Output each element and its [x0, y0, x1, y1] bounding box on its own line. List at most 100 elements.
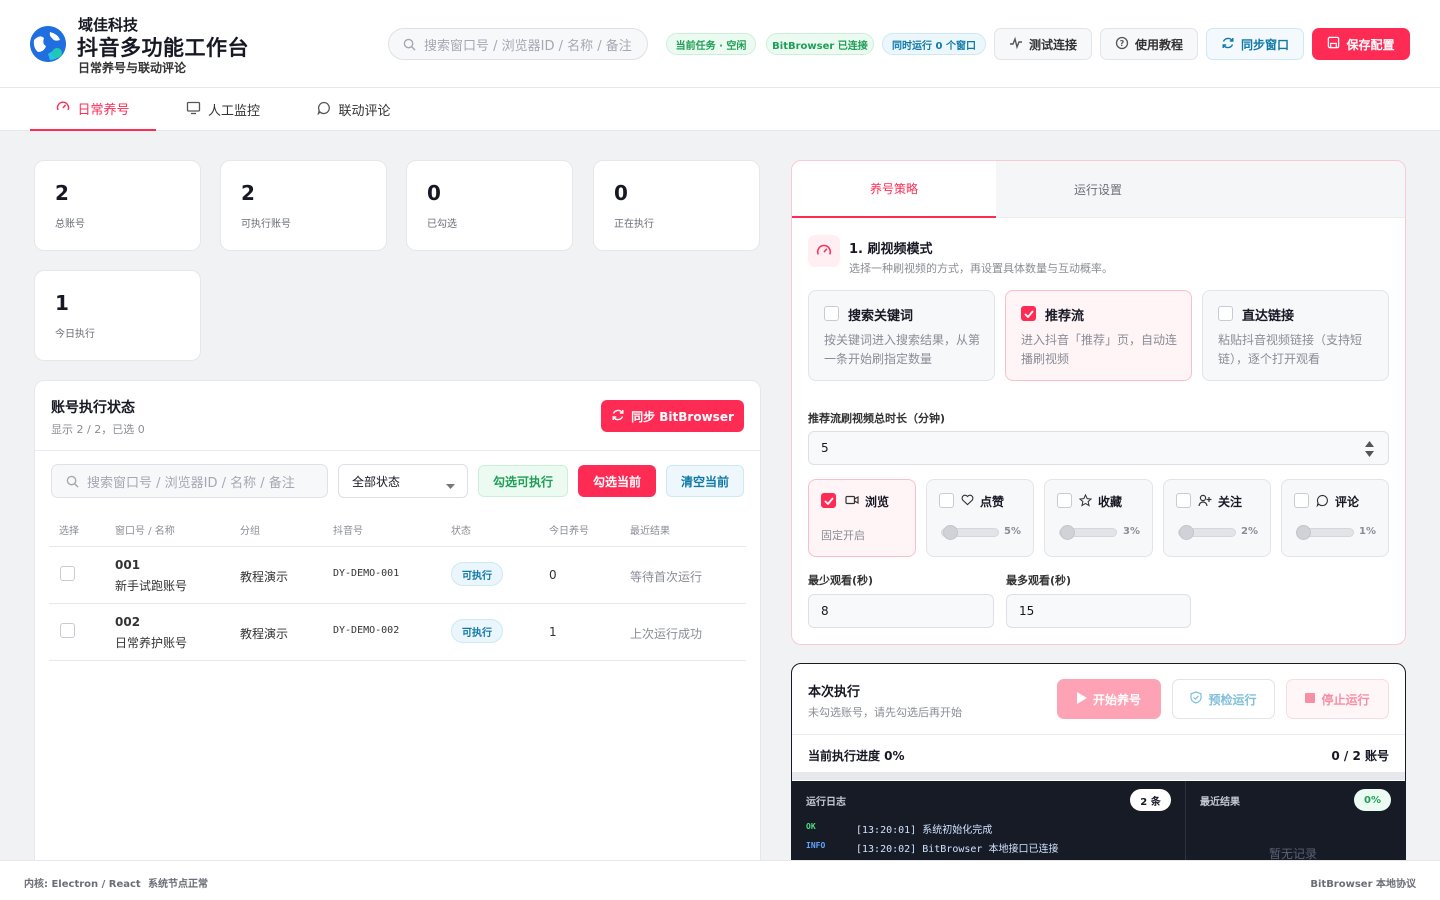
action-favorite[interactable]: 收藏 3% [1044, 479, 1153, 557]
app-header: 域佳科技 抖音多功能工作台 日常养号与联动评论 搜索窗口号 / 浏览器ID / … [0, 0, 1440, 88]
tutorial-button[interactable]: ? 使用教程 [1100, 28, 1198, 60]
monitor-icon [186, 101, 201, 119]
sync-bitbrowser-button[interactable]: 同步 BitBrowser [601, 400, 744, 432]
help-icon: ? [1115, 36, 1129, 53]
action-label: 评论 [1335, 495, 1360, 509]
section-title: 1. 刷视频模式 [849, 242, 933, 257]
stat-today-executed: 1 今日执行 [34, 270, 201, 361]
max-watch-label: 最多观看(秒) [1006, 574, 1072, 587]
refresh-icon [611, 408, 625, 425]
mode-checkbox[interactable] [1218, 306, 1233, 321]
run-log-console: 运行日志 2 条 OK [13:20:01] 系统初始化完成 INFO [13:… [792, 781, 1405, 861]
tab-nurture-strategy[interactable]: 养号策略 [792, 161, 996, 218]
slider-knob[interactable] [1296, 525, 1312, 540]
action-checkbox[interactable] [939, 493, 954, 508]
stepper-icon[interactable] [1365, 440, 1374, 461]
gauge-icon [56, 100, 70, 118]
stat-value: 1 [55, 291, 69, 315]
action-like[interactable]: 点赞 5% [926, 479, 1034, 557]
tab-daily-nurture[interactable]: 日常养号 [30, 88, 156, 131]
action-checkbox[interactable] [1176, 493, 1191, 508]
action-percent: 5% [1004, 526, 1021, 537]
slider-knob[interactable] [1060, 525, 1076, 540]
log-title: 运行日志 [806, 797, 846, 808]
row-checkbox[interactable] [60, 623, 75, 638]
mode-recommend-feed[interactable]: 推荐流 进入抖音「推荐」页，自动连播刷视频 [1005, 290, 1192, 381]
save-config-label: 保存配置 [1346, 37, 1395, 52]
refresh-icon [1221, 36, 1235, 53]
action-checkbox[interactable] [1294, 493, 1309, 508]
last-result: 等待首次运行 [630, 570, 703, 584]
pulse-icon [1009, 36, 1023, 53]
table-row[interactable]: 001 新手试跑账号 教程演示 DY-DEMO-001 可执行 0 等待首次运行 [49, 547, 746, 604]
group-name: 教程演示 [240, 627, 289, 641]
main-tabbar: 日常养号 人工监控 联动评论 [0, 88, 1440, 131]
action-comment[interactable]: 评论 1% [1281, 479, 1389, 557]
table-row[interactable]: 002 日常养护账号 教程演示 DY-DEMO-002 可执行 1 上次运行成功 [49, 604, 746, 661]
mode-search-keyword[interactable]: 搜索关键词 按关键词进入搜索结果，从第一条开始刷指定数量 [808, 290, 995, 381]
action-checkbox-checked[interactable] [821, 493, 836, 508]
mode-title: 搜索关键词 [848, 309, 914, 324]
sync-window-button[interactable]: 同步窗口 [1206, 28, 1304, 60]
min-watch-input[interactable]: 8 [808, 594, 994, 628]
account-search-input[interactable]: 搜索窗口号 / 浏览器ID / 名称 / 备注 [51, 464, 328, 498]
browser-status-badge: BitBrowser 已连接 [766, 33, 874, 55]
app-title: 抖音多功能工作台 [77, 36, 249, 60]
slider-knob[interactable] [943, 525, 959, 540]
column-header: 窗口号 / 名称 [115, 526, 175, 537]
status-filter-select[interactable]: 全部状态 [338, 464, 468, 498]
app-subtitle: 日常养号与联动评论 [78, 61, 187, 75]
tab-label: 人工监控 [207, 104, 260, 119]
column-header: 最近结果 [630, 526, 670, 537]
tab-run-settings[interactable]: 运行设置 [996, 161, 1200, 218]
start-label: 开始养号 [1092, 692, 1141, 707]
search-placeholder: 搜索窗口号 / 浏览器ID / 名称 / 备注 [87, 475, 295, 491]
precheck-button[interactable]: 预检运行 [1172, 679, 1275, 719]
mode-description: 按关键词进入搜索结果，从第一条开始刷指定数量 [824, 333, 981, 366]
stat-selected: 0 已勾选 [406, 160, 573, 251]
mode-direct-link[interactable]: 直达链接 粘贴抖音视频链接（支持短链），逐个打开观看 [1202, 290, 1389, 381]
select-runnable-button[interactable]: 勾选可执行 [478, 465, 568, 497]
select-current-button[interactable]: 勾选当前 [578, 465, 656, 497]
stop-run-button[interactable]: 停止运行 [1286, 679, 1389, 719]
mode-checkbox[interactable] [824, 306, 839, 321]
last-result: 上次运行成功 [630, 627, 703, 641]
column-header: 状态 [451, 526, 471, 537]
follow-probability-slider[interactable] [1178, 525, 1236, 540]
globe-logo-icon [30, 26, 66, 62]
duration-input[interactable]: 5 [808, 431, 1389, 465]
chevron-down-icon [446, 479, 455, 493]
action-follow[interactable]: 关注 2% [1163, 479, 1271, 557]
account-panel-summary: 显示 2 / 2，已选 0 [51, 423, 145, 436]
slider-knob[interactable] [1178, 525, 1194, 540]
status-badge: 可执行 [451, 562, 503, 586]
action-label: 点赞 [980, 495, 1005, 509]
action-percent: 1% [1359, 526, 1376, 537]
like-probability-slider[interactable] [941, 525, 999, 540]
log-count-badge: 2 条 [1130, 789, 1171, 811]
comment-probability-slider[interactable] [1296, 525, 1354, 540]
save-config-button[interactable]: 保存配置 [1312, 28, 1410, 60]
log-text: [13:20:01] 系统初始化完成 [856, 825, 993, 836]
tab-manual-monitor[interactable]: 人工监控 [170, 88, 276, 131]
action-checkbox[interactable] [1057, 493, 1072, 508]
row-checkbox[interactable] [60, 566, 75, 581]
play-icon [1076, 691, 1087, 707]
mode-description: 粘贴抖音视频链接（支持短链），逐个打开观看 [1218, 333, 1363, 366]
action-label: 浏览 [865, 495, 890, 509]
stat-value: 0 [427, 181, 441, 205]
action-browse[interactable]: 浏览 固定开启 [808, 479, 916, 557]
max-watch-input[interactable]: 15 [1006, 594, 1191, 628]
column-header: 选择 [59, 526, 79, 537]
stat-value: 2 [55, 181, 69, 205]
mode-checkbox-checked[interactable] [1021, 306, 1036, 321]
clear-current-button[interactable]: 清空当前 [666, 465, 744, 497]
task-status-badge: 当前任务 · 空闲 [666, 33, 756, 55]
start-nurture-button[interactable]: 开始养号 [1057, 679, 1161, 719]
group-name: 教程演示 [240, 570, 289, 584]
account-name: 新手试跑账号 [115, 579, 188, 593]
tab-linked-comments[interactable]: 联动评论 [302, 88, 406, 131]
favorite-probability-slider[interactable] [1059, 525, 1117, 540]
global-search-input[interactable]: 搜索窗口号 / 浏览器ID / 名称 / 备注 [388, 28, 648, 60]
test-connection-button[interactable]: 测试连接 [994, 28, 1092, 60]
